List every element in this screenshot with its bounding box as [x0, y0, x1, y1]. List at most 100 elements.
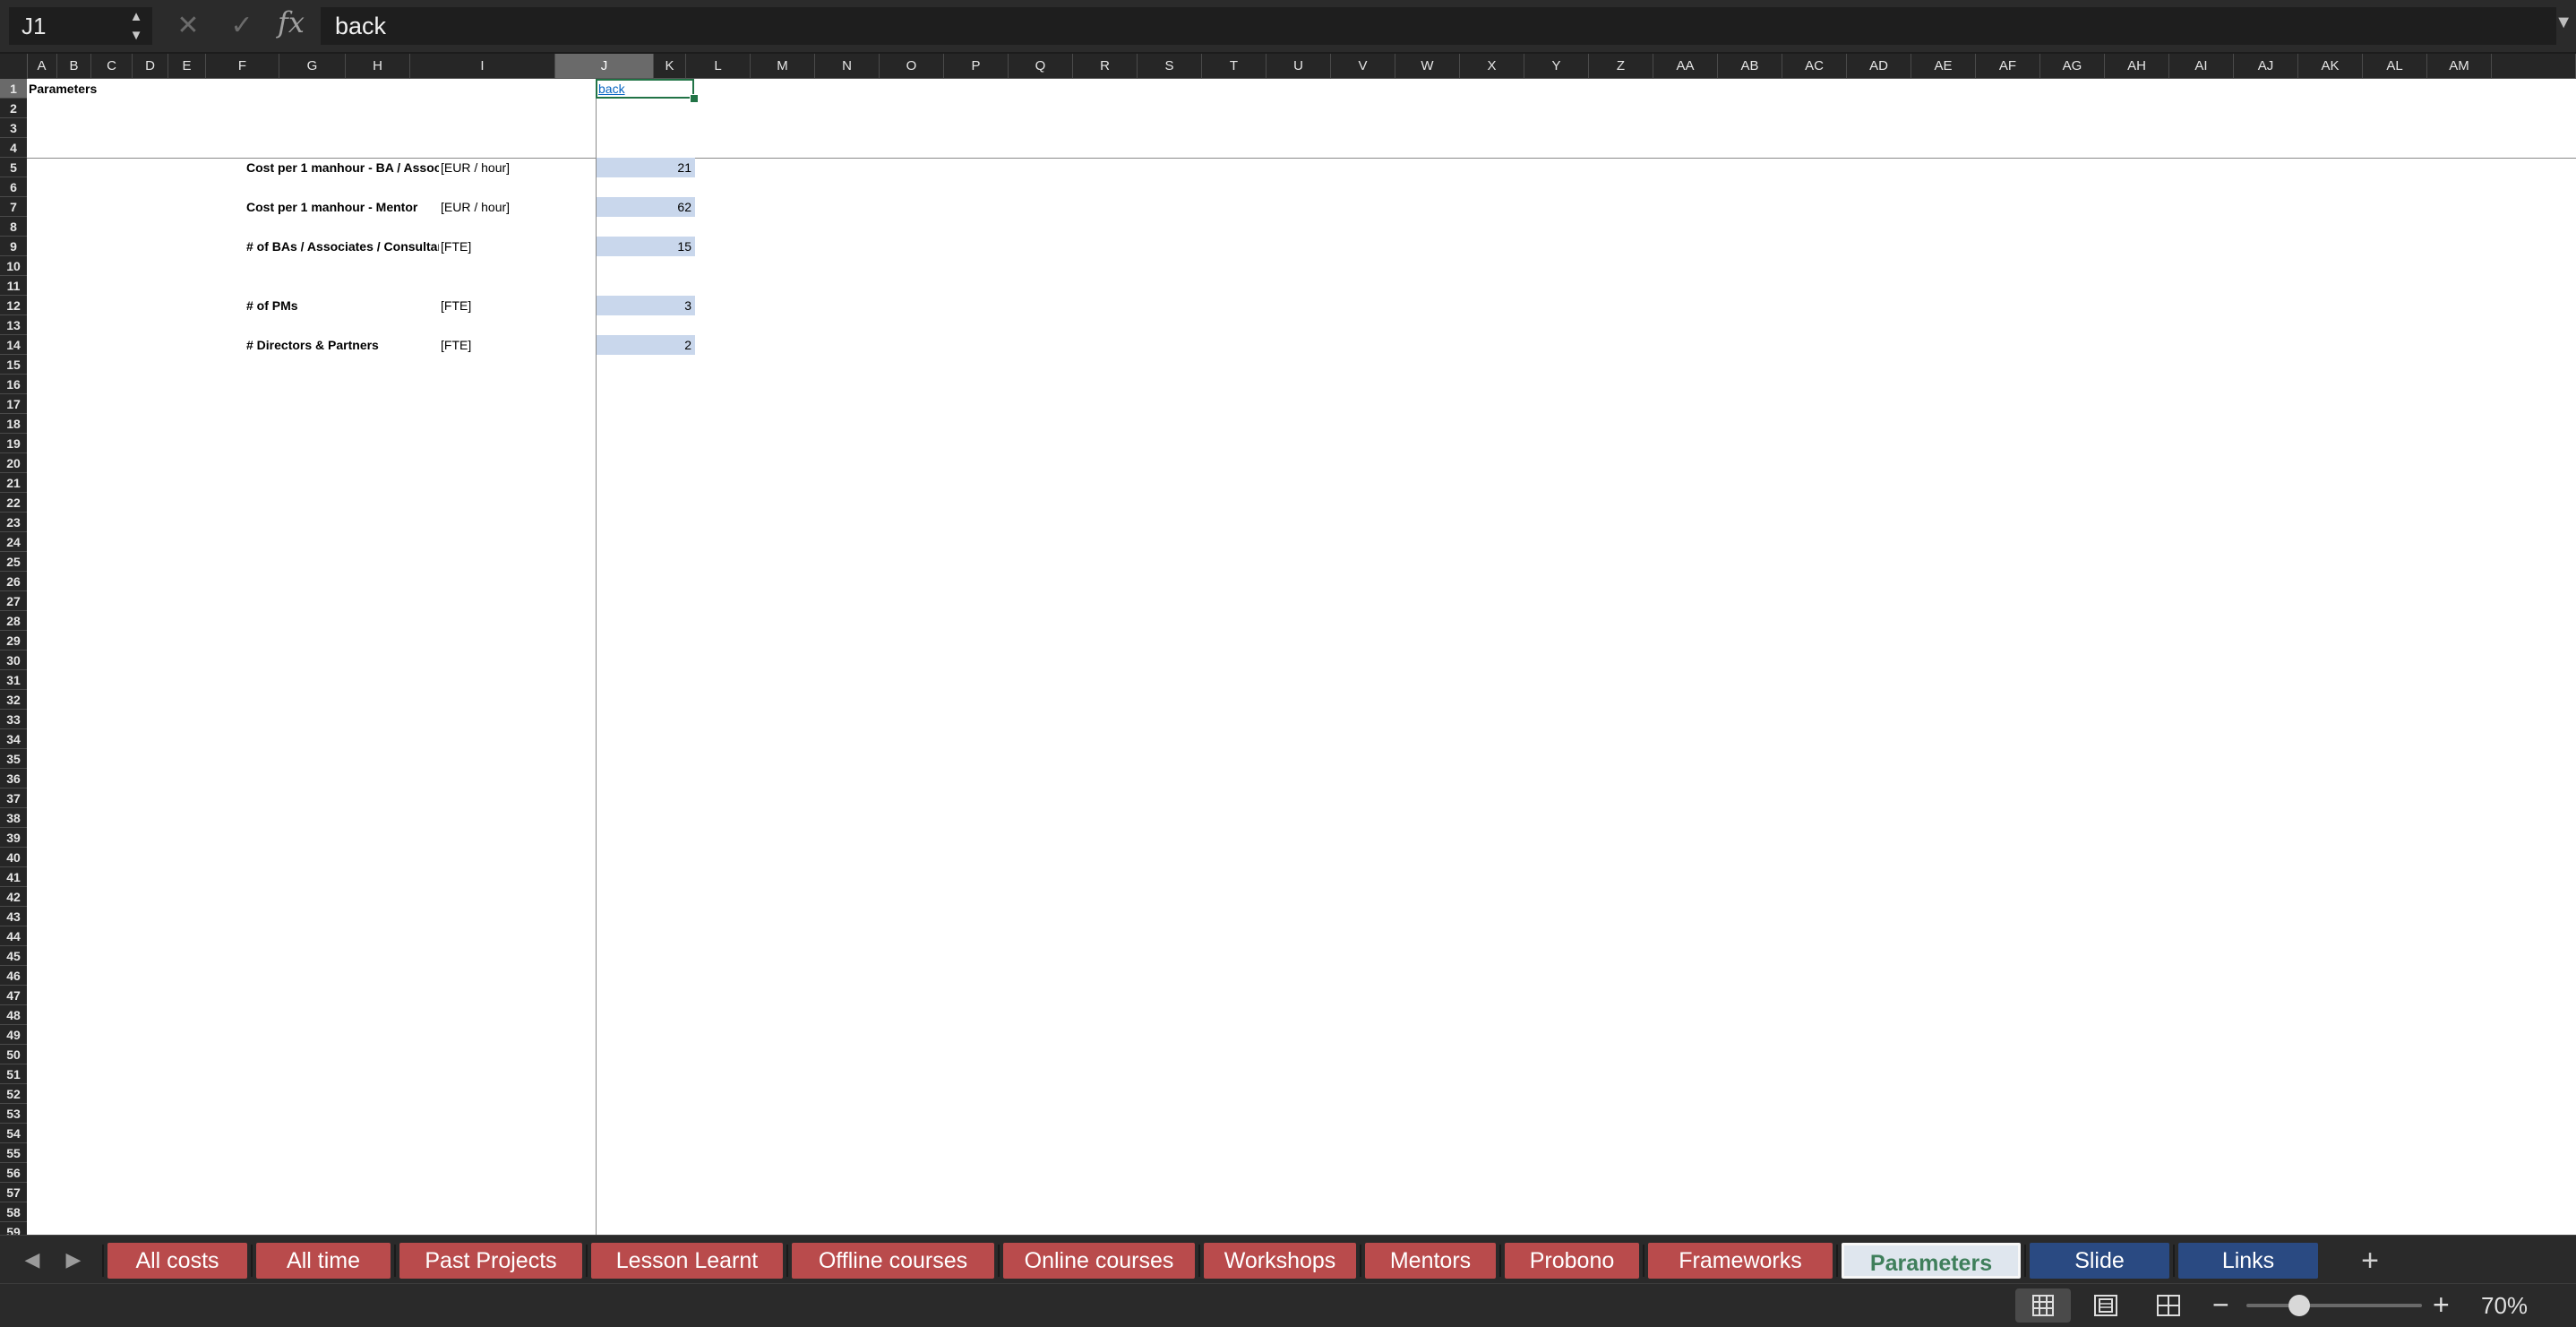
- cell-j5-value[interactable]: 21: [597, 158, 695, 177]
- row-header-30[interactable]: 30: [0, 651, 27, 670]
- column-header-ai[interactable]: AI: [2169, 54, 2234, 79]
- row-header-12[interactable]: 12: [0, 296, 27, 315]
- row-header-50[interactable]: 50: [0, 1045, 27, 1064]
- column-header-ah[interactable]: AH: [2105, 54, 2169, 79]
- name-box-stepper-icon[interactable]: ▲ ▼: [127, 7, 145, 45]
- column-header-ac[interactable]: AC: [1782, 54, 1847, 79]
- sheet-tab-online-courses[interactable]: Online courses: [1003, 1243, 1195, 1279]
- row-header-57[interactable]: 57: [0, 1183, 27, 1202]
- column-header-n[interactable]: N: [815, 54, 880, 79]
- row-header-28[interactable]: 28: [0, 611, 27, 631]
- zoom-out-button[interactable]: −: [2212, 1288, 2229, 1322]
- row-header-41[interactable]: 41: [0, 867, 27, 887]
- column-header-af[interactable]: AF: [1976, 54, 2040, 79]
- column-header-b[interactable]: B: [57, 54, 91, 79]
- row-header-23[interactable]: 23: [0, 513, 27, 532]
- normal-view-button[interactable]: [2015, 1288, 2071, 1323]
- sheet-tab-offline-courses[interactable]: Offline courses: [792, 1243, 994, 1279]
- sheet-tab-mentors[interactable]: Mentors: [1365, 1243, 1496, 1279]
- row-header-4[interactable]: 4: [0, 138, 27, 158]
- row-header-43[interactable]: 43: [0, 907, 27, 926]
- row-header-38[interactable]: 38: [0, 808, 27, 828]
- column-header-s[interactable]: S: [1138, 54, 1202, 79]
- cell-f5-label[interactable]: Cost per 1 manhour - BA / Associate: [246, 158, 439, 177]
- page-break-view-button[interactable]: [2141, 1288, 2196, 1323]
- column-header-v[interactable]: V: [1331, 54, 1395, 79]
- column-header-aj[interactable]: AJ: [2234, 54, 2298, 79]
- row-header-9[interactable]: 9: [0, 237, 27, 256]
- row-header-37[interactable]: 37: [0, 788, 27, 808]
- cell-i12-unit[interactable]: [FTE]: [441, 296, 593, 315]
- cell-f7-label[interactable]: Cost per 1 manhour - Mentor: [246, 197, 439, 217]
- column-header-f[interactable]: F: [206, 54, 279, 79]
- row-header-40[interactable]: 40: [0, 848, 27, 867]
- fill-handle[interactable]: [690, 94, 699, 103]
- row-header-48[interactable]: 48: [0, 1005, 27, 1025]
- zoom-slider-knob[interactable]: [2288, 1295, 2310, 1316]
- column-header-aa[interactable]: AA: [1653, 54, 1718, 79]
- select-all-corner[interactable]: [0, 54, 28, 80]
- cell-j12-value[interactable]: 3: [597, 296, 695, 315]
- row-header-31[interactable]: 31: [0, 670, 27, 690]
- row-header-39[interactable]: 39: [0, 828, 27, 848]
- cell-i7-unit[interactable]: [EUR / hour]: [441, 197, 593, 217]
- row-header-49[interactable]: 49: [0, 1025, 27, 1045]
- column-header-ad[interactable]: AD: [1847, 54, 1911, 79]
- column-header-y[interactable]: Y: [1524, 54, 1589, 79]
- column-header-ag[interactable]: AG: [2040, 54, 2105, 79]
- zoom-level[interactable]: 70%: [2481, 1288, 2528, 1323]
- row-header-8[interactable]: 8: [0, 217, 27, 237]
- column-header-p[interactable]: P: [944, 54, 1009, 79]
- row-header-1[interactable]: 1: [0, 79, 27, 99]
- cell-j7-value[interactable]: 62: [597, 197, 695, 217]
- row-header-25[interactable]: 25: [0, 552, 27, 572]
- cell-f12-label[interactable]: # of PMs: [246, 296, 439, 315]
- column-header-o[interactable]: O: [880, 54, 944, 79]
- cell-f14-label[interactable]: # Directors & Partners: [246, 335, 439, 355]
- column-header-l[interactable]: L: [686, 54, 751, 79]
- sheet-tab-parameters[interactable]: Parameters: [1842, 1243, 2021, 1279]
- column-header-am[interactable]: AM: [2427, 54, 2492, 79]
- column-header-u[interactable]: U: [1267, 54, 1331, 79]
- zoom-slider-track[interactable]: [2246, 1304, 2422, 1307]
- column-header-q[interactable]: Q: [1009, 54, 1073, 79]
- row-header-45[interactable]: 45: [0, 946, 27, 966]
- row-header-32[interactable]: 32: [0, 690, 27, 710]
- column-header-w[interactable]: W: [1395, 54, 1460, 79]
- row-header-22[interactable]: 22: [0, 493, 27, 513]
- row-header-33[interactable]: 33: [0, 710, 27, 729]
- row-header-54[interactable]: 54: [0, 1124, 27, 1143]
- column-header-k[interactable]: K: [654, 54, 686, 79]
- cell-a1-title[interactable]: Parameters: [29, 79, 208, 99]
- row-header-7[interactable]: 7: [0, 197, 27, 217]
- sheet-tab-past-projects[interactable]: Past Projects: [399, 1243, 582, 1279]
- column-header-h[interactable]: H: [346, 54, 410, 79]
- sheet-tab-all-costs[interactable]: All costs: [107, 1243, 247, 1279]
- row-header-55[interactable]: 55: [0, 1143, 27, 1163]
- row-header-36[interactable]: 36: [0, 769, 27, 788]
- column-header-t[interactable]: T: [1202, 54, 1267, 79]
- scroll-tabs-right-icon[interactable]: ▶: [57, 1245, 90, 1275]
- row-header-35[interactable]: 35: [0, 749, 27, 769]
- row-header-24[interactable]: 24: [0, 532, 27, 552]
- row-header-56[interactable]: 56: [0, 1163, 27, 1183]
- row-header-51[interactable]: 51: [0, 1064, 27, 1084]
- row-header-47[interactable]: 47: [0, 986, 27, 1005]
- row-header-27[interactable]: 27: [0, 591, 27, 611]
- sheet-tab-frameworks[interactable]: Frameworks: [1648, 1243, 1833, 1279]
- cancel-icon[interactable]: ✕: [170, 7, 206, 45]
- sheet-tab-slide[interactable]: Slide: [2030, 1243, 2169, 1279]
- column-header-z[interactable]: Z: [1589, 54, 1653, 79]
- row-header-53[interactable]: 53: [0, 1104, 27, 1124]
- column-header-a[interactable]: A: [27, 54, 57, 79]
- row-header-58[interactable]: 58: [0, 1202, 27, 1222]
- column-header-ak[interactable]: AK: [2298, 54, 2363, 79]
- row-header-46[interactable]: 46: [0, 966, 27, 986]
- insert-function-icon[interactable]: fx: [278, 5, 305, 39]
- cell-i5-unit[interactable]: [EUR / hour]: [441, 158, 593, 177]
- row-header-20[interactable]: 20: [0, 453, 27, 473]
- row-header-52[interactable]: 52: [0, 1084, 27, 1104]
- row-header-14[interactable]: 14: [0, 335, 27, 355]
- formula-input[interactable]: back: [321, 7, 2556, 45]
- column-header-ab[interactable]: AB: [1718, 54, 1782, 79]
